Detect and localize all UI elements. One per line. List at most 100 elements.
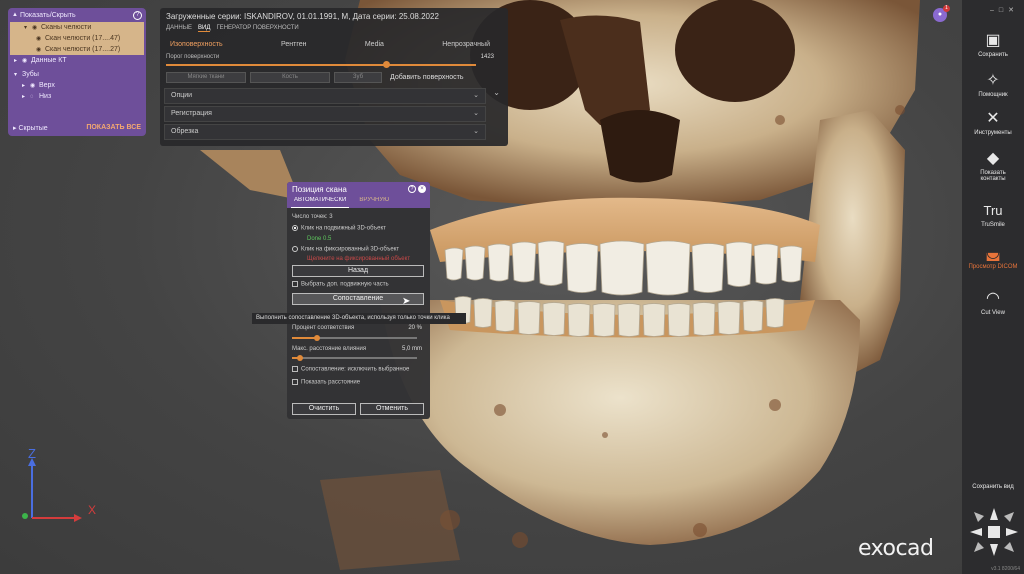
wizard-button[interactable]: ✧ Помощник	[962, 72, 1024, 98]
chevron-down-icon[interactable]: ⌄	[493, 88, 500, 97]
match-percent-slider[interactable]	[292, 335, 417, 341]
eye-off-icon[interactable]: ◌	[30, 94, 39, 100]
tree-item-teeth[interactable]: ▾ Зубы	[8, 69, 146, 80]
minimize-icon[interactable]: –	[990, 7, 999, 14]
show-all-button[interactable]: ПОКАЗАТЬ ВСЕ	[86, 124, 141, 132]
compass-bottom-left[interactable]	[974, 542, 984, 552]
trusmile-button[interactable]: Tru TruSmile	[962, 202, 1024, 228]
cancel-button[interactable]: Отменить	[360, 403, 424, 415]
slider-track[interactable]	[166, 64, 476, 66]
compass-up[interactable]	[990, 508, 998, 520]
close-window-icon[interactable]: ✕	[1008, 7, 1019, 14]
tree-item-jaw-scan-1[interactable]: ◉ Скан челюсти (17....47)	[10, 33, 144, 44]
compass-down[interactable]	[990, 544, 998, 556]
eye-icon[interactable]: ◉	[22, 57, 31, 64]
moving-status: Done 0.5	[307, 236, 332, 242]
z-axis-label: Z	[28, 448, 36, 461]
chevron-down-icon[interactable]: ▾	[24, 24, 32, 31]
mode-media[interactable]: Media	[365, 41, 384, 48]
back-button[interactable]: Назад	[292, 265, 424, 277]
exclude-selected[interactable]: Сопоставление: исключить выбранное	[292, 366, 409, 373]
mode-opaque[interactable]: Непрозрачный	[442, 41, 490, 48]
mouse-cursor-icon: ➤	[402, 296, 411, 307]
tooth-button[interactable]: Зуб	[334, 72, 382, 83]
tree-item-label: Верх	[39, 82, 55, 89]
compass-top-right[interactable]	[1004, 512, 1014, 522]
collapse-icon[interactable]: ▲	[12, 12, 20, 18]
radio-fixed-object[interactable]: Клик на фиксированный 3D-объект	[292, 246, 399, 253]
clear-button[interactable]: Очистить	[292, 403, 356, 415]
tree-item-jaw-scan-2[interactable]: ◉ Скан челюсти (17....27)	[10, 44, 144, 55]
window-controls[interactable]: –□✕	[990, 6, 1019, 14]
match-percent-value[interactable]: 20 %	[408, 325, 422, 331]
slider-thumb[interactable]	[296, 355, 303, 361]
right-toolbar: ▣ Сохранить ✧ Помощник ✕ Инструменты ◆ П…	[962, 0, 1024, 574]
radio-button[interactable]	[292, 225, 298, 231]
radio-button[interactable]	[292, 246, 298, 252]
help-icon[interactable]: ?	[408, 185, 416, 193]
section-registration[interactable]: Регистрация ⌄	[164, 106, 486, 122]
chevron-right-icon[interactable]: ▸	[22, 93, 30, 100]
hidden-toggle[interactable]: ▸ Скрытые	[13, 124, 48, 132]
mode-isosurface[interactable]: Изоповерхность	[170, 41, 223, 48]
tab-manual[interactable]: ВРУЧНУЮ	[359, 197, 389, 208]
section-options[interactable]: Опции ⌄	[164, 88, 486, 104]
compass-bottom-right[interactable]	[1004, 542, 1014, 552]
slider-value[interactable]: 1423	[481, 54, 494, 60]
bone-button[interactable]: Кость	[250, 72, 330, 83]
show-contacts-button[interactable]: ◆ Показать контакты	[962, 150, 1024, 182]
toolbar-label: Показать контакты	[980, 170, 1006, 182]
chevron-down-icon[interactable]: ▾	[14, 71, 22, 78]
x-axis-arrow	[74, 514, 82, 522]
view-compass-icon[interactable]	[968, 506, 1020, 558]
soft-tissue-button[interactable]: Мягкие ткани	[166, 72, 246, 83]
maximize-icon[interactable]: □	[999, 7, 1008, 14]
eye-icon[interactable]: ◉	[36, 46, 45, 53]
extra-moving-part[interactable]: Выбрать доп. подвижную часть	[292, 281, 389, 288]
tree-item-lower[interactable]: ▸ ◌ Низ	[8, 91, 146, 102]
dicom-view-button[interactable]: ◛ Просмотр DICOM	[962, 244, 1024, 270]
tab-view[interactable]: ВИД	[198, 25, 211, 32]
compass-top-left[interactable]	[974, 512, 984, 522]
tree-item-jaw-scans[interactable]: ▾ ◉ Сканы челюсти	[10, 22, 144, 33]
max-dist-value[interactable]: 5,0 mm	[402, 346, 422, 352]
toolbar-label: Помощник	[978, 92, 1008, 98]
checkbox-label: Сопоставление: исключить выбранное	[301, 366, 410, 373]
tab-data[interactable]: ДАННЫЕ	[166, 25, 192, 32]
checkbox[interactable]	[292, 281, 298, 287]
section-clipping[interactable]: Обрезка ⌄	[164, 124, 486, 140]
cut-view-button[interactable]: ◠ Cut View	[962, 290, 1024, 316]
max-dist-slider[interactable]	[292, 355, 417, 361]
slider-thumb[interactable]	[314, 335, 320, 341]
save-view-button[interactable]: Сохранить вид	[962, 484, 1024, 490]
checkbox[interactable]	[292, 379, 298, 385]
show-hide-panel: ▲ Показать/Скрыть ? ▾ ◉ Сканы челюсти ◉ …	[8, 8, 146, 136]
checkbox[interactable]	[292, 366, 298, 372]
show-distance[interactable]: Показать расстояние	[292, 379, 360, 386]
slider-thumb[interactable]	[383, 61, 390, 68]
eye-icon[interactable]: ◉	[30, 82, 39, 89]
tools-button[interactable]: ✕ Инструменты	[962, 110, 1024, 136]
help-icon[interactable]: ?	[133, 11, 142, 20]
compass-right[interactable]	[1006, 528, 1018, 536]
close-icon[interactable]: ×	[418, 185, 426, 193]
compass-left[interactable]	[970, 528, 982, 536]
chevron-right-icon[interactable]: ▸	[14, 57, 22, 64]
tree-item-upper[interactable]: ▸ ◉ Верх	[8, 80, 146, 91]
radio-moving-object[interactable]: Клик на подвижный 3D-объект	[292, 225, 386, 232]
surface-threshold-slider[interactable]: Порог поверхности 1423	[166, 54, 496, 74]
dialog-tabs: АВТОМАТИЧЕСКИ ВРУЧНУЮ	[287, 197, 430, 208]
tab-surface-generator[interactable]: ГЕНЕРАТОР ПОВЕРХНОСТИ	[216, 25, 298, 32]
compass-center[interactable]	[988, 526, 1000, 538]
eye-icon[interactable]: ◉	[36, 35, 45, 42]
add-surface-button[interactable]: Добавить поверхность	[390, 74, 464, 81]
mode-xray[interactable]: Рентген	[281, 41, 306, 48]
save-button[interactable]: ▣ Сохранить	[962, 32, 1024, 58]
chevron-right-icon[interactable]: ▸	[22, 82, 30, 89]
exocad-logo: exocad	[858, 536, 934, 561]
tree-item-ct-data[interactable]: ▸ ◉ Данные КТ	[8, 55, 146, 66]
dialog-title: Позиция скана	[292, 185, 347, 194]
eye-icon[interactable]: ◉	[32, 24, 41, 31]
hidden-label: Скрытые	[18, 125, 48, 132]
tab-automatic[interactable]: АВТОМАТИЧЕСКИ	[291, 197, 350, 208]
